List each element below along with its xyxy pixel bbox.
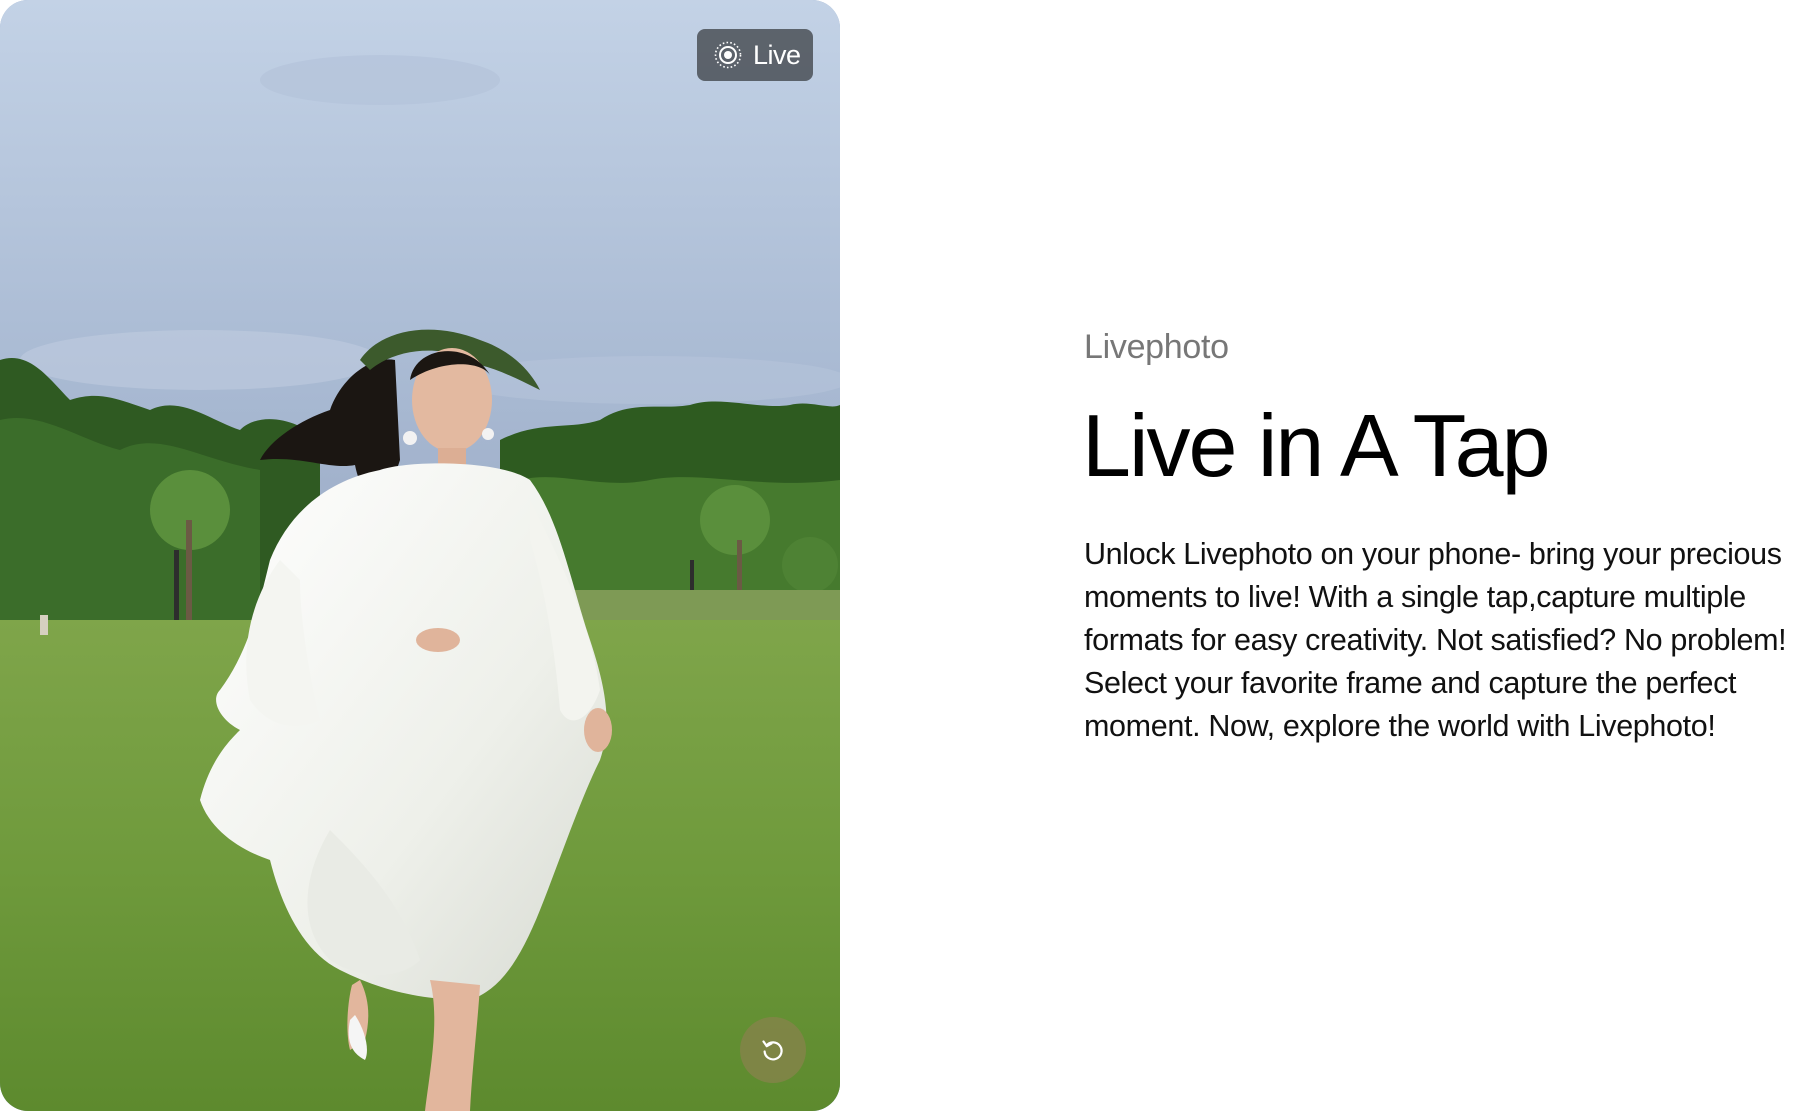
feature-eyebrow: Livephoto <box>1084 328 1229 366</box>
replay-button[interactable] <box>740 1017 806 1083</box>
feature-description: Unlock Livephoto on your phone- bring yo… <box>1084 537 1787 743</box>
live-photo-card[interactable]: Live <box>0 0 840 1111</box>
live-badge-label: Live <box>753 39 801 70</box>
feature-headline: Live in A Tap <box>1082 396 1551 495</box>
feature-text-panel: Livephoto Live in A Tap Unlock Livephoto… <box>1082 0 1804 1111</box>
live-badge[interactable]: Live <box>697 29 813 81</box>
replay-icon <box>762 1040 783 1061</box>
live-photo-image <box>0 0 840 1111</box>
feature-section: Live Livephoto Live in A Tap Unlock Live… <box>0 0 1807 1111</box>
live-photo-icon <box>714 41 742 69</box>
